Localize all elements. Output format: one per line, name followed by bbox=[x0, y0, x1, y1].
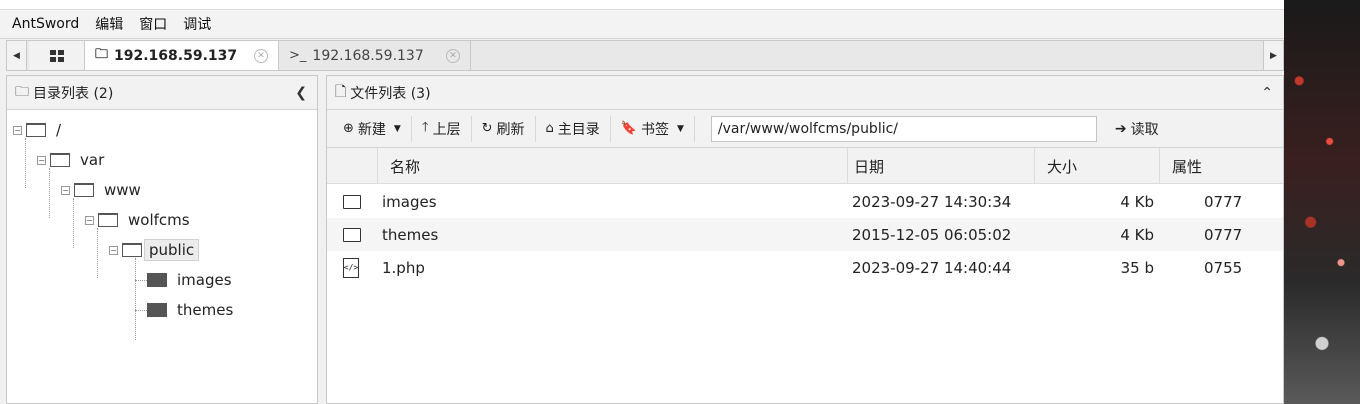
tree-node-wolfcms[interactable]: − wolfcms bbox=[85, 209, 190, 231]
tree-node-www[interactable]: − www bbox=[61, 179, 141, 201]
directory-panel-header: 🗀 目录列表 (2) ❮ bbox=[7, 76, 317, 110]
file-toolbar: ⊕ 新建 ▼ 🡑 上层 ↻ 刷新 ⌂ 主目录 🔖 书签 ▼ /var/www/w… bbox=[327, 110, 1283, 148]
table-row[interactable]: themes 2015-12-05 06:05:02 4 Kb 0777 bbox=[327, 218, 1283, 251]
file-outline-icon: 🗋 bbox=[335, 83, 347, 100]
menu-antsword[interactable]: AntSword bbox=[12, 16, 79, 32]
caret-down-icon: ▼ bbox=[393, 123, 401, 134]
refresh-icon: ↻ bbox=[481, 121, 493, 136]
file-panel-title: 文件列表 (3) bbox=[350, 85, 431, 102]
folder-outline-icon bbox=[122, 243, 142, 257]
directory-panel-title: 目录列表 (2) bbox=[33, 85, 114, 102]
path-input[interactable] bbox=[710, 115, 1097, 142]
read-button[interactable]: ➔ 读取 bbox=[1105, 116, 1169, 142]
tab-label: 192.168.59.137 bbox=[114, 47, 238, 64]
folder-outline-icon bbox=[74, 183, 94, 197]
file-table: 名称 日期 大小 属性 images 2023-09-27 14:30:34 4… bbox=[327, 148, 1283, 278]
chevron-left-icon[interactable]: ❮ bbox=[295, 85, 307, 101]
tab-scroll-right-icon[interactable]: ▶ bbox=[1263, 41, 1283, 70]
directory-panel: 🗀 目录列表 (2) ❮ − / − var − www − wolfcms −… bbox=[6, 75, 318, 404]
collapse-toggle-icon[interactable]: − bbox=[61, 185, 70, 195]
folder-outline-icon bbox=[50, 153, 70, 167]
caret-down-icon: ▼ bbox=[676, 123, 684, 134]
directory-tree: − / − var − www − wolfcms − public image… bbox=[7, 110, 317, 404]
collapse-toggle-icon[interactable]: − bbox=[37, 155, 46, 165]
column-header-date[interactable]: 日期 bbox=[847, 148, 1034, 184]
window-top-strip bbox=[0, 0, 1284, 10]
code-file-icon: </> bbox=[343, 257, 359, 278]
folder-outline-icon bbox=[98, 213, 118, 227]
column-header-name[interactable]: 名称 bbox=[377, 148, 847, 184]
collapse-toggle-icon[interactable]: − bbox=[13, 125, 22, 135]
folder-outline-icon bbox=[26, 123, 46, 137]
menu-edit[interactable]: 编辑 bbox=[95, 14, 123, 34]
tab-label: 192.168.59.137 bbox=[312, 47, 424, 64]
column-header-icon bbox=[327, 148, 377, 184]
arrow-up-icon: 🡑 bbox=[421, 119, 429, 135]
table-header: 名称 日期 大小 属性 bbox=[327, 148, 1283, 184]
file-panel-header: 🗋 文件列表 (3) ⌃ bbox=[327, 76, 1283, 110]
arrow-right-icon: ➔ bbox=[1114, 120, 1127, 137]
bookmark-button[interactable]: 🔖 书签 ▼ bbox=[611, 115, 695, 142]
tab-home[interactable] bbox=[29, 41, 85, 70]
collapse-toggle-icon[interactable]: − bbox=[85, 215, 94, 225]
folder-outline-icon: 🗀 bbox=[95, 46, 109, 62]
chevron-up-icon[interactable]: ⌃ bbox=[1261, 85, 1273, 101]
tree-node-images[interactable]: images bbox=[147, 269, 232, 291]
file-panel: 🗋 文件列表 (3) ⌃ ⊕ 新建 ▼ 🡑 上层 ↻ 刷新 ⌂ 主目录 🔖 书签… bbox=[326, 75, 1284, 404]
collapse-toggle-icon[interactable]: − bbox=[109, 245, 118, 255]
close-icon[interactable]: ✕ bbox=[446, 48, 460, 63]
desktop-background bbox=[1284, 0, 1360, 404]
home-icon: ⌂ bbox=[545, 121, 554, 136]
tree-node-public[interactable]: − public bbox=[109, 239, 200, 261]
table-row[interactable]: </> 1.php 2023-09-27 14:40:44 35 b 0755 bbox=[327, 251, 1283, 284]
table-row[interactable]: images 2023-09-27 14:30:34 4 Kb 0777 bbox=[327, 185, 1283, 218]
folder-filled-icon bbox=[147, 303, 167, 317]
tree-node-var[interactable]: − var bbox=[37, 149, 104, 171]
folder-outline-icon bbox=[343, 227, 361, 242]
folder-outline-icon: 🗀 bbox=[15, 83, 29, 100]
close-icon[interactable]: ✕ bbox=[254, 48, 268, 63]
tab-scroll-left-icon[interactable]: ◀ bbox=[7, 41, 27, 70]
terminal-icon: >_ bbox=[289, 48, 307, 63]
up-level-button[interactable]: 🡑 上层 bbox=[412, 115, 472, 142]
folder-filled-icon bbox=[147, 273, 167, 287]
new-button[interactable]: ⊕ 新建 ▼ bbox=[333, 115, 412, 142]
bookmark-icon: 🔖 bbox=[620, 121, 637, 136]
plus-circle-icon: ⊕ bbox=[343, 121, 354, 136]
column-header-attr[interactable]: 属性 bbox=[1159, 148, 1283, 184]
tab-file-manager[interactable]: 🗀 192.168.59.137 ✕ bbox=[85, 41, 279, 70]
tab-terminal[interactable]: >_ 192.168.59.137 ✕ bbox=[279, 41, 471, 70]
column-header-size[interactable]: 大小 bbox=[1034, 148, 1159, 184]
folder-outline-icon bbox=[343, 194, 361, 209]
tree-node-themes[interactable]: themes bbox=[147, 299, 233, 321]
menu-debug[interactable]: 调试 bbox=[183, 14, 211, 34]
menu-bar: AntSword 编辑 窗口 调试 bbox=[0, 10, 1284, 39]
grid-icon bbox=[49, 49, 64, 62]
refresh-button[interactable]: ↻ 刷新 bbox=[472, 115, 536, 142]
tab-bar: ◀ 🗀 192.168.59.137 ✕ >_ 192.168.59.137 ✕… bbox=[6, 40, 1284, 71]
menu-window[interactable]: 窗口 bbox=[139, 14, 167, 34]
antsword-window: AntSword 编辑 窗口 调试 ◀ 🗀 192.168.59.137 ✕ >… bbox=[0, 0, 1284, 404]
tree-node-root[interactable]: − / bbox=[13, 119, 61, 141]
home-dir-button[interactable]: ⌂ 主目录 bbox=[536, 115, 611, 142]
